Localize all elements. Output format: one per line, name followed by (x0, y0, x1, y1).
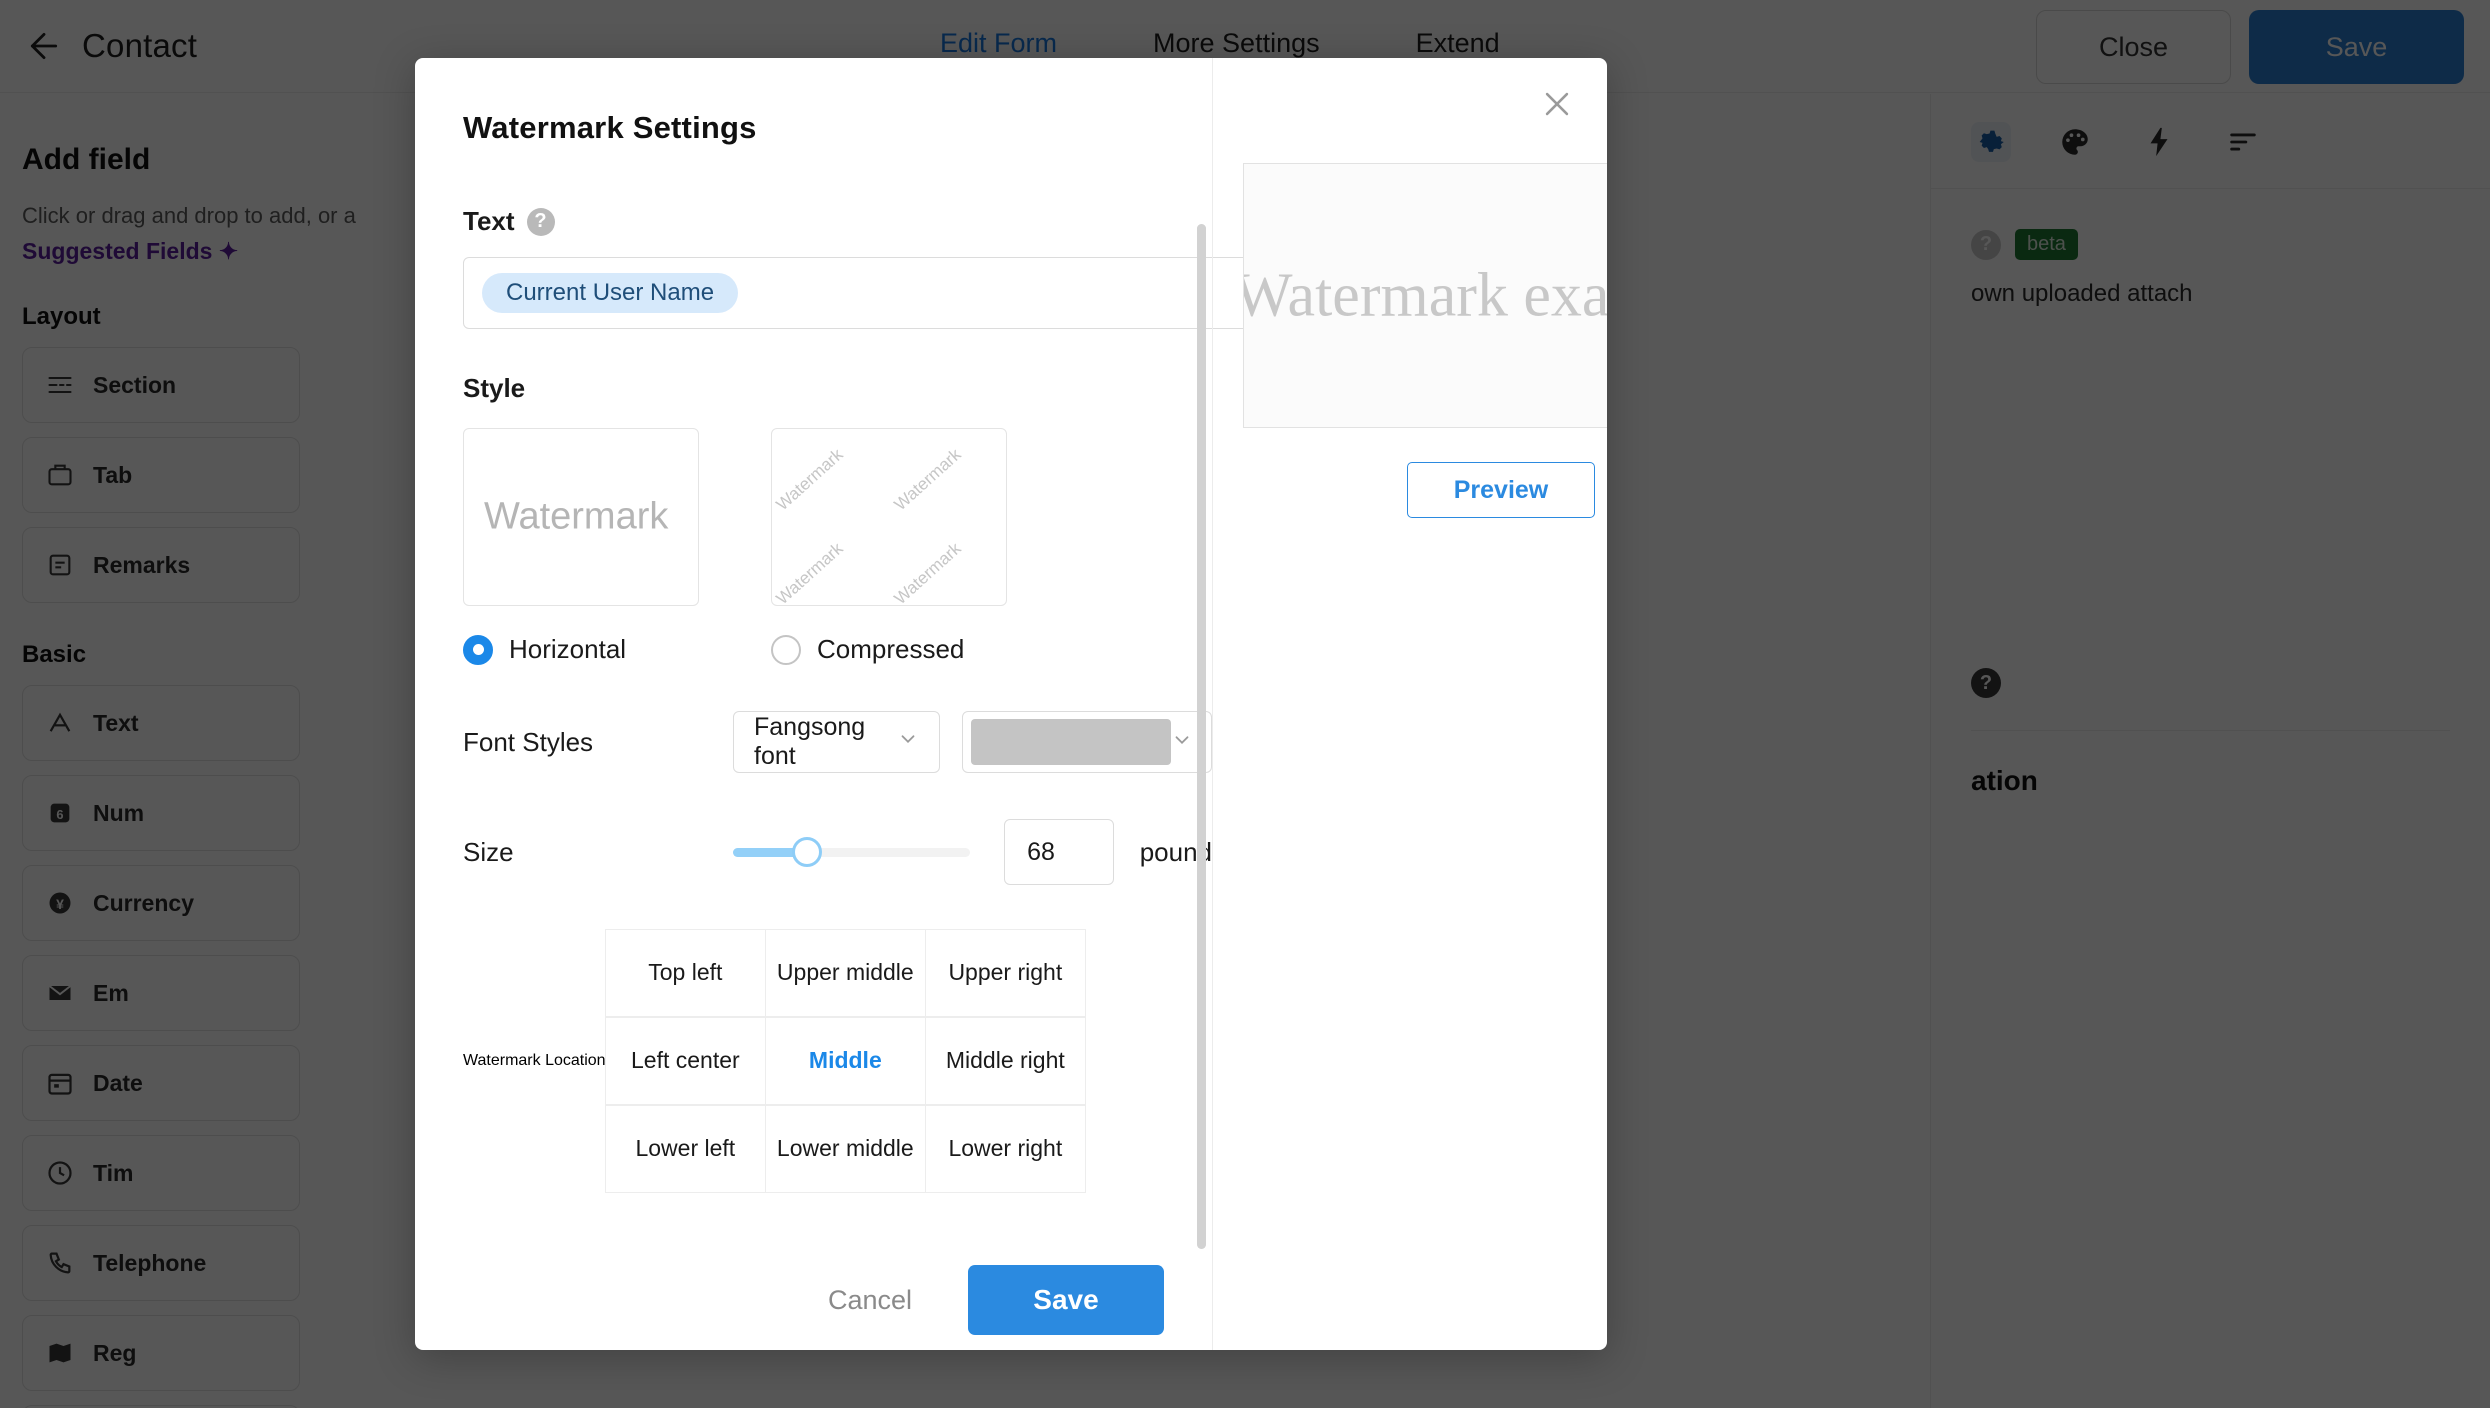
style-option-compressed[interactable]: Compressed (771, 634, 1007, 665)
dialog-title: Watermark Settings (463, 110, 757, 145)
variable-tag[interactable]: Current User Name (482, 273, 739, 313)
location-cell-left-center[interactable]: Left center (605, 1016, 766, 1105)
tile-text: Watermark (772, 538, 847, 606)
tile-text: Watermark (890, 444, 965, 515)
tile-text: Watermark (772, 444, 847, 515)
style-preview-horizontal-text: Watermark (484, 495, 669, 538)
style-preview-boxes: Watermark Watermark Watermark Watermark … (463, 428, 1212, 606)
dialog-form-pane: Watermark Settings Text ? Current User N… (415, 58, 1536, 1350)
radio-icon[interactable] (771, 634, 801, 665)
dialog-save-button[interactable]: Save (968, 1265, 1164, 1335)
slider-knob[interactable] (791, 837, 822, 867)
watermark-location-label: Watermark Location (463, 1052, 606, 1069)
location-cell-middle-right[interactable]: Middle right (925, 1016, 1086, 1105)
style-option-label: Compressed (817, 634, 965, 664)
tile-text: Watermark (890, 538, 965, 606)
chevron-down-icon (1171, 729, 1193, 756)
color-swatch (971, 719, 1171, 765)
watermark-settings-dialog: Watermark Settings Text ? Current User N… (415, 58, 1607, 1350)
dialog-footer: Cancel Save (415, 1193, 1212, 1335)
location-cell-upper-middle[interactable]: Upper middle (765, 928, 926, 1017)
cancel-button[interactable]: Cancel (802, 1271, 938, 1330)
watermark-location-row: Watermark Location Top left Upper middle… (415, 928, 1212, 1193)
location-cell-middle[interactable]: Middle (765, 1016, 926, 1105)
dialog-scrollbar[interactable] (1197, 224, 1206, 1249)
font-family-value: Fangsong font (754, 713, 866, 770)
scrollbar-thumb[interactable] (1197, 224, 1206, 1249)
watermark-location-grid: Top left Upper middle Upper right Left c… (605, 928, 1086, 1193)
style-preview-horizontal[interactable]: Watermark (463, 428, 699, 606)
font-family-select[interactable]: Fangsong font (733, 711, 940, 773)
size-label: Size (463, 836, 514, 867)
font-styles-row: Font Styles Fangsong font (415, 711, 1212, 773)
style-preview-compressed[interactable]: Watermark Watermark Watermark Watermark … (771, 428, 1007, 606)
size-input[interactable]: 68 (1004, 819, 1114, 885)
preview-button[interactable]: Preview (1407, 462, 1595, 518)
close-icon[interactable] (1537, 84, 1577, 124)
style-label: Style (463, 373, 526, 403)
help-icon[interactable]: ? (526, 207, 555, 236)
radio-icon[interactable] (463, 634, 493, 665)
chevron-down-icon (897, 728, 919, 756)
location-cell-lower-middle[interactable]: Lower middle (765, 1104, 926, 1193)
size-row: Size 68 pound (415, 819, 1212, 885)
dialog-scroll-area: Text ? Current User Name Style Watermark… (415, 166, 1536, 1350)
screen: Contact Edit Form More Settings Extend C… (0, 0, 2490, 1408)
dialog-preview-pane: Watermark example Preview (1212, 58, 1607, 1350)
size-slider[interactable] (733, 832, 971, 872)
text-label: Text (463, 206, 515, 236)
style-option-label: Horizontal (509, 634, 627, 664)
font-styles-label: Font Styles (463, 726, 594, 757)
text-field-label-row: Text ? (415, 166, 1212, 237)
watermark-preview-text: Watermark example (1243, 261, 1607, 329)
style-radio-group: Horizontal Compressed (463, 634, 1212, 665)
font-color-select[interactable] (962, 711, 1212, 773)
location-cell-top-left[interactable]: Top left (605, 928, 766, 1017)
location-cell-lower-right[interactable]: Lower right (925, 1104, 1086, 1193)
size-value: 68 (1027, 837, 1055, 866)
location-cell-upper-right[interactable]: Upper right (925, 928, 1086, 1017)
tiled-watermark-pattern: Watermark Watermark Watermark Watermark … (772, 429, 1006, 605)
style-option-horizontal[interactable]: Horizontal (463, 634, 699, 665)
location-cell-lower-left[interactable]: Lower left (605, 1104, 766, 1193)
watermark-preview-box: Watermark example (1243, 163, 1607, 428)
